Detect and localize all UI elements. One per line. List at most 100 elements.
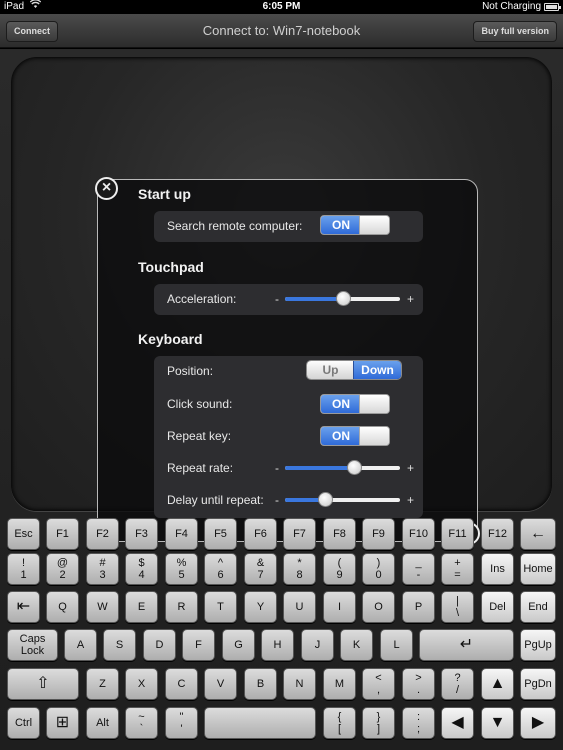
key-char: 2 xyxy=(59,569,66,581)
key-alt[interactable]: Alt xyxy=(86,707,119,739)
key-page-down[interactable]: PgDn xyxy=(520,668,556,700)
key-backslash[interactable]: | \ xyxy=(441,591,474,623)
slider-thumb[interactable] xyxy=(347,460,362,475)
key-arrow-left[interactable]: ◀ xyxy=(441,707,474,739)
key-f11[interactable]: F11 xyxy=(441,518,474,550)
key-i[interactable]: I xyxy=(323,591,356,623)
key-o[interactable]: O xyxy=(362,591,395,623)
key-arrow-down[interactable]: ▼ xyxy=(481,707,514,739)
key-char: Caps xyxy=(19,633,46,645)
key-s[interactable]: S xyxy=(103,629,136,661)
key-1[interactable]: ! 1 xyxy=(7,553,40,585)
search-remote-toggle[interactable]: ON xyxy=(320,215,390,235)
key-backspace[interactable]: ← xyxy=(520,518,556,550)
key-equals[interactable]: + = xyxy=(441,553,474,585)
key-bracket-right[interactable]: }] xyxy=(362,707,395,739)
key-e[interactable]: E xyxy=(125,591,158,623)
key-period[interactable]: >. xyxy=(402,668,435,700)
key-quote[interactable]: " ' xyxy=(165,707,198,739)
position-segmented-control[interactable]: Up Down xyxy=(306,360,402,380)
key-f12[interactable]: F12 xyxy=(481,518,514,550)
key-enter[interactable]: ↵ xyxy=(419,629,514,661)
key-windows[interactable]: ⊞ xyxy=(46,707,79,739)
key-7[interactable]: & 7 xyxy=(244,553,277,585)
key-tilde[interactable]: ~ ` xyxy=(125,707,158,739)
slider-thumb[interactable] xyxy=(335,291,351,306)
position-up-option[interactable]: Up xyxy=(307,361,354,379)
key-arrow-right[interactable]: ▶ xyxy=(520,707,556,739)
key-n[interactable]: N xyxy=(283,668,316,700)
key-c[interactable]: C xyxy=(165,668,198,700)
key-a[interactable]: A xyxy=(64,629,97,661)
acceleration-slider[interactable]: - + xyxy=(275,291,414,307)
repeat-rate-label: Repeat rate: xyxy=(167,461,234,475)
key-shift-char: ? xyxy=(454,672,461,684)
key-page-up[interactable]: PgUp xyxy=(520,629,556,661)
repeat-key-toggle[interactable]: ON xyxy=(320,426,390,446)
key-minus[interactable]: _ - xyxy=(402,553,435,585)
key-semicolon[interactable]: :; xyxy=(402,707,435,739)
key-shift[interactable]: ⇧ xyxy=(7,668,79,700)
key-f8[interactable]: F8 xyxy=(323,518,356,550)
key-w[interactable]: W xyxy=(86,591,119,623)
key-t[interactable]: T xyxy=(204,591,237,623)
key-f10[interactable]: F10 xyxy=(402,518,435,550)
key-k[interactable]: K xyxy=(340,629,373,661)
key-arrow-up[interactable]: ▲ xyxy=(481,668,514,700)
key-y[interactable]: Y xyxy=(244,591,277,623)
shift-icon: ⇧ xyxy=(36,675,50,692)
close-icon[interactable]: × xyxy=(95,177,118,200)
key-esc[interactable]: Esc xyxy=(7,518,40,550)
key-0[interactable]: ) 0 xyxy=(362,553,395,585)
key-u[interactable]: U xyxy=(283,591,316,623)
key-space[interactable] xyxy=(204,707,316,739)
key-j[interactable]: J xyxy=(301,629,334,661)
key-4[interactable]: $4 xyxy=(125,553,158,585)
key-caps-lock[interactable]: Caps Lock xyxy=(7,629,58,661)
key-home[interactable]: Home xyxy=(520,553,556,585)
key-m[interactable]: M xyxy=(323,668,356,700)
key-f5[interactable]: F5 xyxy=(204,518,237,550)
key-p[interactable]: P xyxy=(402,591,435,623)
key-comma[interactable]: <, xyxy=(362,668,395,700)
key-f4[interactable]: F4 xyxy=(165,518,198,550)
key-h[interactable]: H xyxy=(261,629,294,661)
delay-slider[interactable]: - + xyxy=(275,492,414,508)
buy-full-version-button[interactable]: Buy full version xyxy=(473,21,557,42)
key-bracket-left[interactable]: {[ xyxy=(323,707,356,739)
key-x[interactable]: X xyxy=(125,668,158,700)
key-tab[interactable]: ⇤ xyxy=(7,591,40,623)
key-slash[interactable]: ? / xyxy=(441,668,474,700)
position-down-option[interactable]: Down xyxy=(353,361,401,379)
key-f7[interactable]: F7 xyxy=(283,518,316,550)
key-l[interactable]: L xyxy=(380,629,413,661)
key-f3[interactable]: F3 xyxy=(125,518,158,550)
key-f1[interactable]: F1 xyxy=(46,518,79,550)
key-9[interactable]: (9 xyxy=(323,553,356,585)
key-2[interactable]: @2 xyxy=(46,553,79,585)
key-b[interactable]: B xyxy=(244,668,277,700)
click-sound-toggle[interactable]: ON xyxy=(320,394,390,414)
key-f2[interactable]: F2 xyxy=(86,518,119,550)
key-f9[interactable]: F9 xyxy=(362,518,395,550)
key-delete[interactable]: Del xyxy=(481,591,514,623)
key-z[interactable]: Z xyxy=(86,668,119,700)
virtual-keyboard: Esc F1 F2 F3 F4 F5 F6 F7 F8 F9 F10 F11 F… xyxy=(0,512,563,750)
slider-thumb[interactable] xyxy=(318,492,334,507)
repeat-rate-slider[interactable]: - + xyxy=(275,460,414,476)
key-r[interactable]: R xyxy=(165,591,198,623)
key-f6[interactable]: F6 xyxy=(244,518,277,550)
key-3[interactable]: #3 xyxy=(86,553,119,585)
key-insert[interactable]: Ins xyxy=(481,553,514,585)
key-f[interactable]: F xyxy=(182,629,215,661)
key-v[interactable]: V xyxy=(204,668,237,700)
key-ctrl[interactable]: Ctrl xyxy=(7,707,40,739)
enter-icon: ↵ xyxy=(459,636,474,653)
key-end[interactable]: End xyxy=(520,591,556,623)
key-6[interactable]: ^ 6 xyxy=(204,553,237,585)
key-q[interactable]: Q xyxy=(46,591,79,623)
key-d[interactable]: D xyxy=(143,629,176,661)
key-8[interactable]: * 8 xyxy=(283,553,316,585)
key-5[interactable]: % 5 xyxy=(165,553,198,585)
key-g[interactable]: G xyxy=(222,629,255,661)
